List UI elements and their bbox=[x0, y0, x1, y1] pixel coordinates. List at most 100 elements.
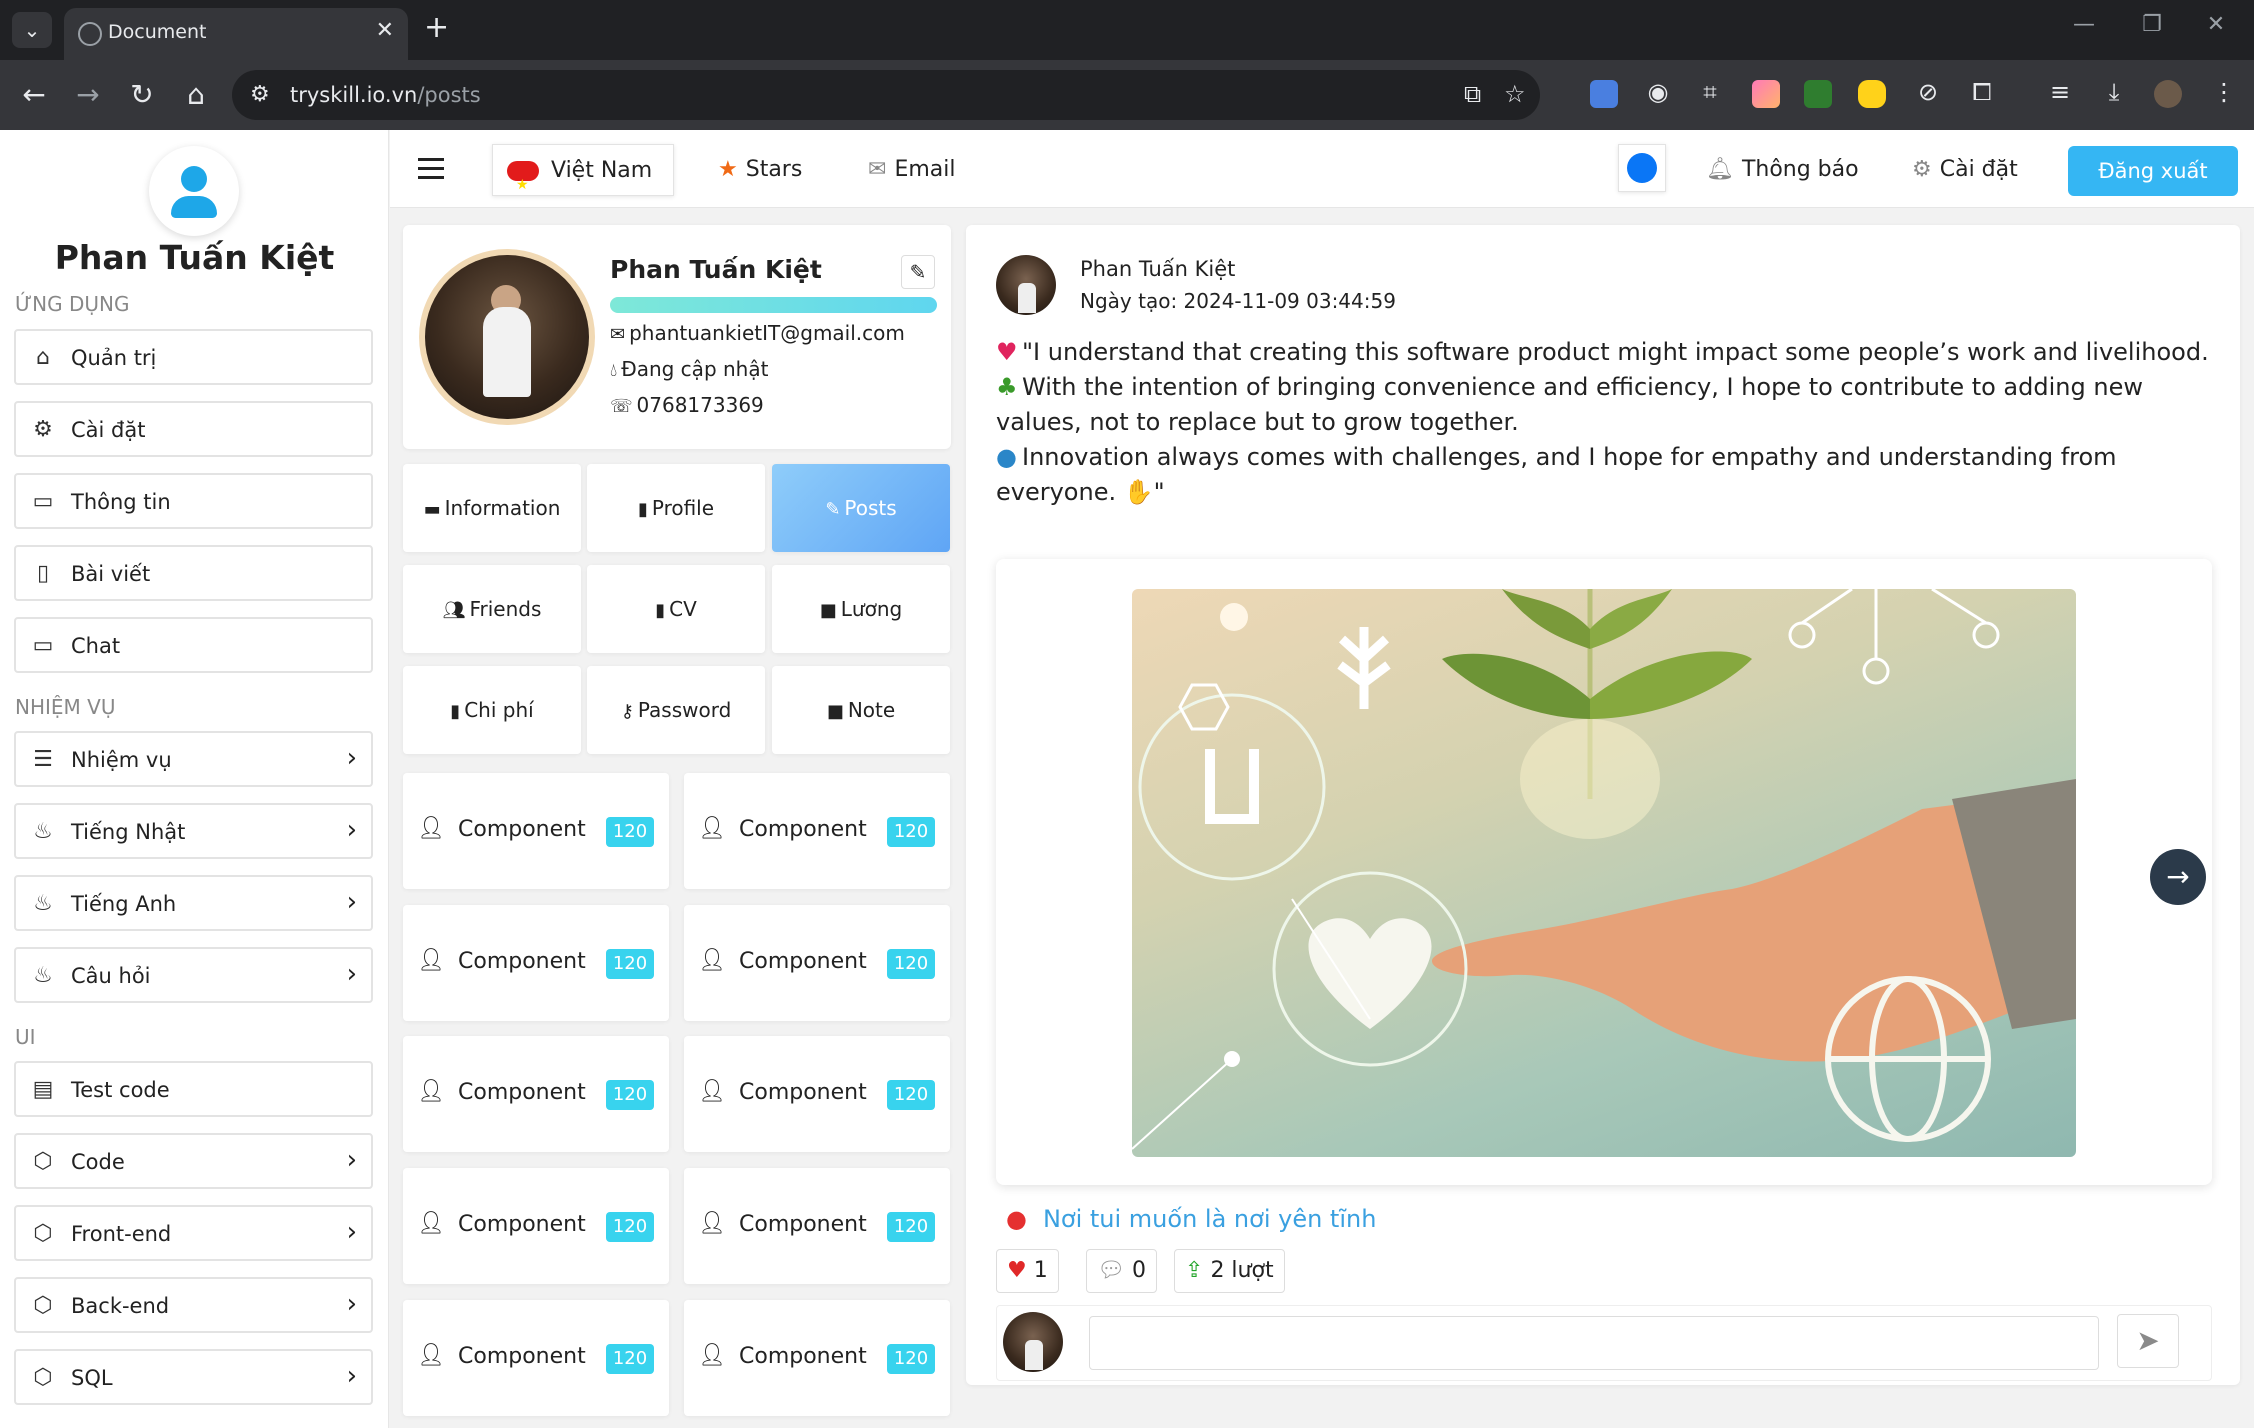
restore-button[interactable]: ❐ bbox=[2132, 12, 2172, 37]
component-card[interactable]: 👤︎ Component 120 bbox=[684, 1036, 950, 1152]
sidebar-item-test-code[interactable]: ▤ Test code bbox=[14, 1061, 373, 1117]
sidebar-item-admin[interactable]: ⌂ Quản trị bbox=[14, 329, 373, 385]
profile-photo[interactable] bbox=[419, 249, 595, 425]
sidebar-item-settings[interactable]: ⚙ Cài đặt bbox=[14, 401, 373, 457]
component-badge: 120 bbox=[887, 949, 935, 979]
language-button[interactable]: Việt Nam bbox=[492, 144, 674, 211]
component-card[interactable]: 👤︎ Component 120 bbox=[684, 1168, 950, 1284]
more-menu-icon[interactable]: ⋮ bbox=[2208, 78, 2240, 106]
bookmark-star-icon[interactable]: ☆ bbox=[1504, 80, 1526, 108]
component-card[interactable]: 👤︎ Component 120 bbox=[403, 905, 669, 1021]
email-button[interactable]: ✉ Email bbox=[868, 144, 955, 196]
color-extension-icon[interactable] bbox=[1752, 80, 1780, 108]
component-card[interactable]: 👤︎ Component 120 bbox=[684, 1300, 950, 1416]
tab-strip: ⌄ Document ✕ + — ❐ ✕ bbox=[0, 0, 2254, 60]
sidebar-item-back-end[interactable]: ⬡ Back-end › bbox=[14, 1277, 373, 1333]
id-badge-icon: ▮ bbox=[637, 499, 648, 520]
sidebar-item-code[interactable]: ⬡ Code › bbox=[14, 1133, 373, 1189]
hamburger-menu-icon[interactable] bbox=[418, 158, 444, 180]
comment-composer: ➤ bbox=[996, 1305, 2212, 1381]
nav-information[interactable]: ▬ Information bbox=[403, 464, 581, 552]
compass-extension-icon[interactable]: ⊘ bbox=[1912, 78, 1944, 106]
nav-posts[interactable]: ✎ Posts bbox=[772, 464, 950, 552]
sidebar-item-front-end[interactable]: ⬡ Front-end › bbox=[14, 1205, 373, 1261]
crop-extension-icon[interactable]: ⌗ bbox=[1694, 78, 1726, 106]
reload-icon[interactable]: ↻ bbox=[122, 78, 162, 112]
back-arrow-icon[interactable]: ← bbox=[14, 78, 54, 112]
nav-salary[interactable]: ■ Lương bbox=[772, 565, 950, 653]
sidebar-item-chat[interactable]: ▭ Chat bbox=[14, 617, 373, 673]
tab-search-button[interactable]: ⌄ bbox=[12, 12, 52, 48]
user-avatar[interactable] bbox=[149, 146, 239, 236]
forward-arrow-icon[interactable]: → bbox=[68, 78, 108, 112]
sidebar-item-english[interactable]: ♨ Tiếng Anh › bbox=[14, 875, 373, 931]
component-card[interactable]: 👤︎ Component 120 bbox=[403, 773, 669, 889]
browser-tab[interactable]: Document ✕ bbox=[64, 8, 408, 60]
droplet-icon: 💧︎ bbox=[610, 360, 618, 381]
site-info-icon[interactable]: ⚙ bbox=[250, 82, 270, 107]
component-card[interactable]: 👤︎ Component 120 bbox=[403, 1036, 669, 1152]
edit-profile-button[interactable]: ✎ bbox=[901, 255, 935, 289]
address-bar[interactable]: ⚙ tryskill.io.vn/posts ⧉ ☆ bbox=[232, 70, 1540, 120]
nav-profile[interactable]: ▮ Profile bbox=[587, 464, 765, 552]
sidebar-item-tasks[interactable]: ☰ Nhiệm vụ › bbox=[14, 731, 373, 787]
sidebar-item-japanese[interactable]: ♨ Tiếng Nhật › bbox=[14, 803, 373, 859]
post-image[interactable] bbox=[1132, 589, 2076, 1157]
chevron-right-icon: › bbox=[346, 815, 357, 845]
sidebar-item-posts[interactable]: ▯ Bài viết bbox=[14, 545, 373, 601]
sidebar-item-label: Front-end bbox=[71, 1222, 172, 1246]
nav-friends[interactable]: 👥︎ Friends bbox=[403, 565, 581, 653]
nav-note[interactable]: ■ Note bbox=[772, 666, 950, 754]
camera-extension-icon[interactable]: ◉ bbox=[1642, 78, 1674, 106]
post-author-avatar[interactable] bbox=[996, 255, 1056, 315]
carousel-next-button[interactable]: → bbox=[2150, 849, 2206, 905]
component-label: Component bbox=[458, 1212, 586, 1237]
nav-expenses[interactable]: ▮ Chi phí bbox=[403, 666, 581, 754]
sidebar-item-label: Tiếng Anh bbox=[71, 892, 177, 916]
translate-extension-icon[interactable] bbox=[1590, 80, 1618, 108]
like-button[interactable]: ♥ 1 bbox=[996, 1249, 1059, 1293]
comment-input[interactable] bbox=[1089, 1316, 2099, 1370]
url-host: tryskill.io.vn bbox=[290, 83, 418, 107]
reading-list-icon[interactable]: ≡ bbox=[2044, 78, 2076, 106]
post-location[interactable]: ● Nơi tui muốn là nơi yên tĩnh bbox=[1006, 1205, 1376, 1233]
minimize-button[interactable]: — bbox=[2064, 12, 2104, 37]
sidebar-item-sql[interactable]: ⬡ SQL › bbox=[14, 1349, 373, 1405]
component-card[interactable]: 👤︎ Component 120 bbox=[684, 773, 950, 889]
edit-icon: ✎ bbox=[909, 260, 927, 284]
logout-button[interactable]: Đăng xuất bbox=[2068, 146, 2238, 196]
fire-icon: ♨ bbox=[33, 891, 53, 916]
sidebar-item-label: Thông tin bbox=[71, 490, 171, 514]
nav-password[interactable]: ⚷ Password bbox=[587, 666, 765, 754]
stars-button[interactable]: ★ Stars bbox=[718, 144, 802, 196]
comment-button[interactable]: 💬︎ 0 bbox=[1086, 1249, 1157, 1293]
component-card[interactable]: 👤︎ Component 120 bbox=[684, 905, 950, 1021]
home-icon[interactable]: ⌂ bbox=[176, 78, 216, 112]
component-label: Component bbox=[458, 817, 586, 842]
theme-toggle-button[interactable] bbox=[1618, 144, 1666, 192]
url-path: /posts bbox=[417, 83, 481, 107]
new-tab-button[interactable]: + bbox=[424, 10, 449, 45]
wallet-extension-icon[interactable] bbox=[1804, 80, 1832, 108]
notifications-button[interactable]: 🔔︎ Thông báo bbox=[1706, 144, 1859, 196]
close-tab-icon[interactable]: ✕ bbox=[376, 18, 394, 43]
settings-label: Cài đặt bbox=[1939, 157, 2018, 182]
url-text[interactable]: tryskill.io.vn/posts bbox=[290, 83, 481, 107]
puzzle-extensions-icon[interactable]: ⧠ bbox=[1966, 78, 1998, 106]
send-comment-button[interactable]: ➤ bbox=[2117, 1314, 2179, 1368]
bell-icon: 🔔︎ bbox=[1706, 157, 1734, 182]
component-badge: 120 bbox=[606, 949, 654, 979]
component-card[interactable]: 👤︎ Component 120 bbox=[403, 1168, 669, 1284]
nav-cv[interactable]: ▮ CV bbox=[587, 565, 765, 653]
settings-button[interactable]: ⚙ Cài đặt bbox=[1912, 144, 2018, 196]
sidebar-item-questions[interactable]: ♨ Câu hỏi › bbox=[14, 947, 373, 1003]
sidebar-item-label: Nhiệm vụ bbox=[71, 748, 172, 772]
download-icon[interactable]: ⤓ bbox=[2098, 78, 2130, 106]
open-external-icon[interactable]: ⧉ bbox=[1464, 80, 1481, 108]
sidebar-item-info[interactable]: ▭ Thông tin bbox=[14, 473, 373, 529]
profile-avatar-icon[interactable] bbox=[2154, 80, 2182, 108]
close-window-button[interactable]: ✕ bbox=[2196, 12, 2236, 37]
ghost-extension-icon[interactable] bbox=[1858, 80, 1886, 108]
component-card[interactable]: 👤︎ Component 120 bbox=[403, 1300, 669, 1416]
share-button[interactable]: ⇪ 2 lượt bbox=[1174, 1249, 1285, 1293]
